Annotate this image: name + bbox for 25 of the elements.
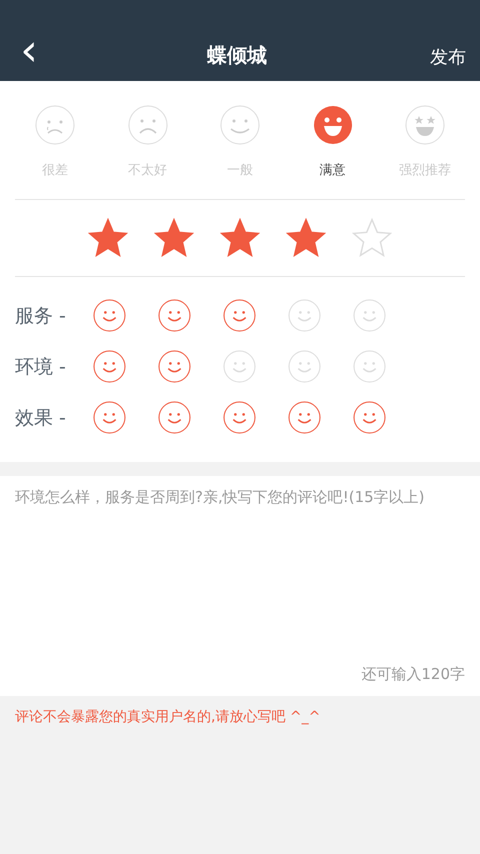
face-icon [405, 105, 445, 145]
smiley-icon[interactable] [223, 299, 256, 332]
category-label: 效果 - [15, 406, 67, 430]
page-title: 蝶倾城 [207, 42, 267, 69]
face-icon [220, 105, 260, 145]
smiley-icon[interactable] [158, 350, 191, 383]
back-button[interactable]: ‹ [14, 33, 44, 69]
comment-field[interactable]: 环境怎么样，服务是否周到?亲,快写下您的评论吧!(15字以上) [0, 476, 480, 665]
smiley-icon[interactable] [93, 299, 126, 332]
smiley-icon[interactable] [158, 299, 191, 332]
face-icon [128, 105, 168, 145]
smiley-icon[interactable] [93, 350, 126, 383]
category-label: 服务 - [15, 304, 67, 328]
character-counter: 还可输入120字 [361, 665, 465, 684]
face-icon [312, 105, 352, 145]
smiley-icon[interactable] [93, 401, 126, 434]
smiley-icon[interactable] [158, 401, 191, 434]
mood-option[interactable]: 满意 [292, 105, 372, 179]
category-label: 环境 - [15, 354, 67, 380]
privacy-note: 评论不会暴露您的真实用户名的,请放心写吧 ^_^ [14, 708, 322, 727]
face-icon [35, 105, 75, 145]
smiley-icon[interactable] [288, 401, 321, 434]
smiley-icon[interactable] [353, 401, 386, 434]
publish-button[interactable]: 发布 [430, 45, 466, 69]
smiley-icon[interactable] [223, 401, 256, 434]
